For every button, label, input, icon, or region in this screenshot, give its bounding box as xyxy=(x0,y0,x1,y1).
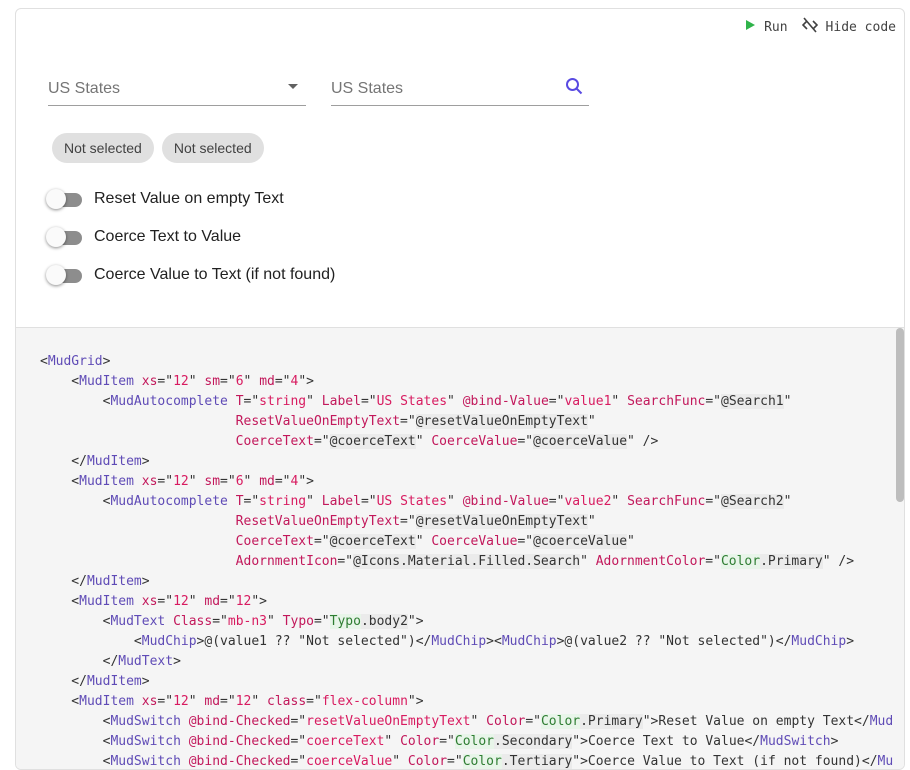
code-line: ResetValueOnEmptyText="@resetValueOnEmpt… xyxy=(235,514,596,529)
search-icon[interactable] xyxy=(565,77,583,100)
value1-chip[interactable]: Not selected xyxy=(52,133,154,163)
switch-toggle[interactable] xyxy=(46,227,82,247)
switch-toggle[interactable] xyxy=(46,189,82,209)
switch-label: Reset Value on empty Text xyxy=(94,190,284,207)
code-line: <MudAutocomplete T="string" Label="US St… xyxy=(40,394,792,409)
code-line: <MudItem xs="12" md="12" class="flex-col… xyxy=(40,694,424,709)
selection-chips: Not selected Not selected xyxy=(52,133,264,163)
code-line: <MudItem xs="12" md="12"> xyxy=(40,594,268,609)
us-states-autocomplete-1[interactable]: US States xyxy=(48,67,306,106)
code-line: <MudChip>@(value1 ?? "Not selected")</Mu… xyxy=(40,634,855,649)
code-line: CoerceText="@coerceText" CoerceValue="@c… xyxy=(235,434,659,449)
code-line: <MudSwitch @bind-Checked="coerceValue" C… xyxy=(40,754,894,769)
code-line: </MudText> xyxy=(40,654,181,669)
code-line: </MudItem> xyxy=(40,674,150,689)
code-line: <MudSwitch @bind-Checked="coerceText" Co… xyxy=(40,734,839,749)
hide-code-label: Hide code xyxy=(825,19,896,35)
code-line: AdornmentIcon="@Icons.Material.Filled.Se… xyxy=(235,554,855,569)
play-icon xyxy=(744,19,756,35)
example-toolbar: Run Hide code xyxy=(744,17,896,37)
code-line: <MudSwitch @bind-Checked="resetValueOnEm… xyxy=(40,714,894,729)
switch-label: Coerce Value to Text (if not found) xyxy=(94,266,336,283)
code-line: CoerceText="@coerceText" CoerceValue="@c… xyxy=(235,534,635,549)
code-line: <MudAutocomplete T="string" Label="US St… xyxy=(40,494,792,509)
code-scrollbar[interactable] xyxy=(896,328,904,502)
code-line: </MudItem> xyxy=(40,574,150,589)
arrow-drop-down-icon[interactable] xyxy=(286,79,300,98)
example-card: Run Hide code US States US States Not se… xyxy=(15,8,905,770)
run-button[interactable]: Run xyxy=(744,19,788,35)
code-block: <MudGrid> <MudItem xs="12" sm="6" md="4"… xyxy=(16,328,904,769)
code-line: </MudItem> xyxy=(40,454,150,469)
run-label: Run xyxy=(764,19,788,35)
switch-label: Coerce Text to Value xyxy=(94,228,242,245)
code-off-icon xyxy=(801,17,818,37)
value2-chip[interactable]: Not selected xyxy=(161,133,264,163)
code-line: <MudGrid> xyxy=(40,354,111,369)
code-line: <MudText Class="mb-n3" Typo="Typo.body2"… xyxy=(40,614,424,629)
code-line: <MudItem xs="12" sm="6" md="4"> xyxy=(40,474,314,489)
code-line: ResetValueOnEmptyText="@resetValueOnEmpt… xyxy=(235,414,596,429)
field-label: US States xyxy=(48,80,121,97)
reset-value-switch[interactable]: Reset Value on empty Text xyxy=(46,189,284,209)
coerce-value-switch[interactable]: Coerce Value to Text (if not found) xyxy=(46,265,335,285)
coerce-text-switch[interactable]: Coerce Text to Value xyxy=(46,227,241,247)
code-line: <MudItem xs="12" sm="6" md="4"> xyxy=(40,374,314,389)
switch-toggle[interactable] xyxy=(46,265,82,285)
field-label: US States xyxy=(331,80,404,97)
code-panel: <MudGrid> <MudItem xs="12" sm="6" md="4"… xyxy=(16,327,904,769)
us-states-autocomplete-2[interactable]: US States xyxy=(331,67,589,106)
hide-code-button[interactable]: Hide code xyxy=(801,17,896,37)
